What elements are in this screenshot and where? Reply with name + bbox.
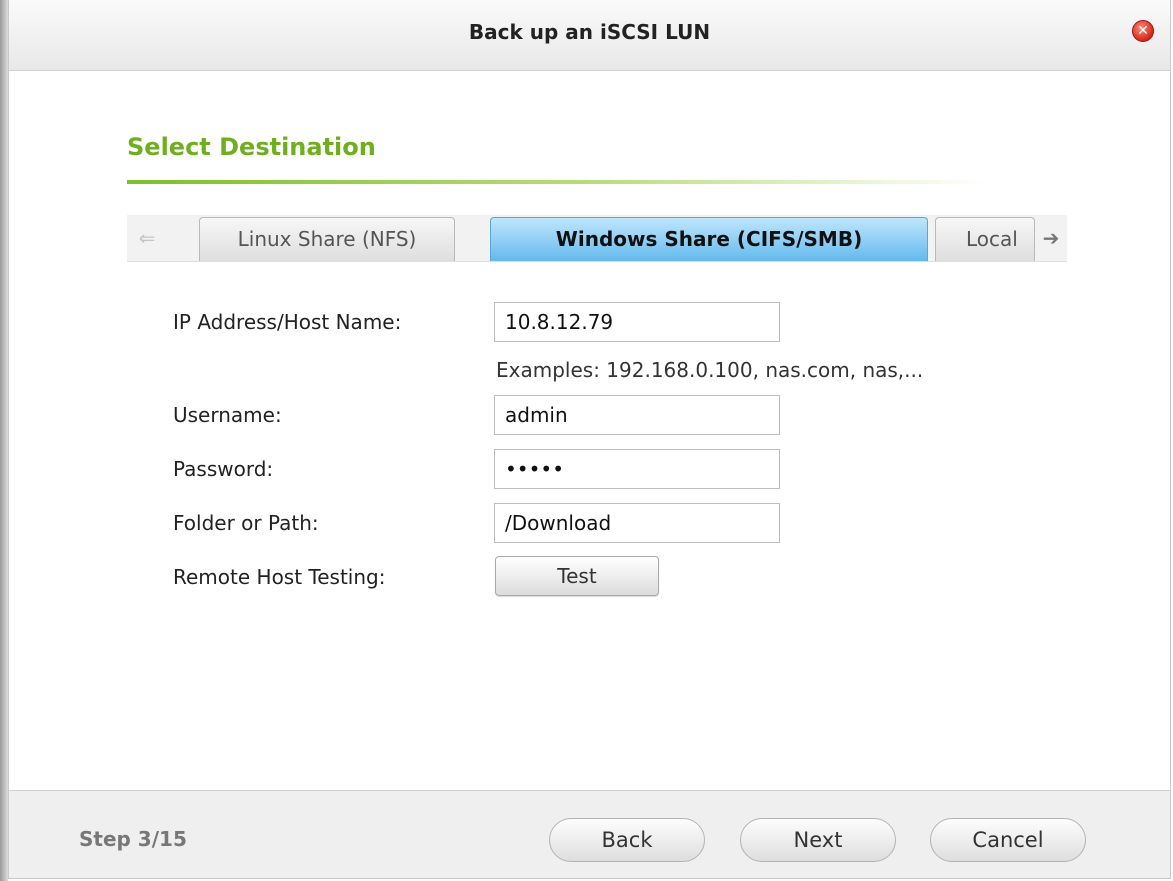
window-edge <box>0 0 8 881</box>
tab-scroll-right-icon[interactable]: ➔ <box>1035 215 1067 261</box>
close-icon[interactable]: ✕ <box>1132 20 1154 42</box>
next-button[interactable]: Next <box>740 818 896 862</box>
cancel-button[interactable]: Cancel <box>930 818 1086 862</box>
password-label: Password: <box>173 457 274 481</box>
tab-scroll-left-icon[interactable]: ⇐ <box>127 215 167 261</box>
dialog-title: Back up an iSCSI LUN <box>468 20 711 44</box>
test-button[interactable]: Test <box>495 556 659 596</box>
section-divider <box>127 180 987 184</box>
dialog-footer: Step 3/15 Back Next Cancel <box>9 790 1170 878</box>
ip-address-hint: Examples: 192.168.0.100, nas.com, nas,..… <box>496 358 924 382</box>
tab-label: Linux Share (NFS) <box>237 227 417 251</box>
back-button[interactable]: Back <box>549 818 705 862</box>
tab-label: Local <box>966 227 1018 251</box>
username-label: Username: <box>173 403 282 427</box>
tab-local[interactable]: Local <box>935 217 1035 261</box>
tab-linux-share-nfs[interactable]: Linux Share (NFS) <box>199 217 455 261</box>
step-indicator: Step 3/15 <box>79 827 187 851</box>
username-input[interactable] <box>494 395 780 435</box>
backup-dialog: Back up an iSCSI LUN ✕ Select Destinatio… <box>8 0 1171 879</box>
tab-windows-share-cifs-smb[interactable]: Windows Share (CIFS/SMB) <box>490 217 928 261</box>
remote-host-testing-label: Remote Host Testing: <box>173 565 386 589</box>
tab-label: Windows Share (CIFS/SMB) <box>555 227 863 251</box>
ip-address-input[interactable] <box>494 302 780 342</box>
folder-path-input[interactable] <box>494 503 780 543</box>
password-input[interactable] <box>494 449 780 489</box>
ip-address-label: IP Address/Host Name: <box>173 310 402 334</box>
folder-path-label: Folder or Path: <box>173 511 319 535</box>
section-title: Select Destination <box>127 133 376 161</box>
destination-tabs: ⇐ Linux Share (NFS) Windows Share (CIFS/… <box>127 215 1067 262</box>
dialog-titlebar: Back up an iSCSI LUN ✕ <box>9 0 1170 71</box>
